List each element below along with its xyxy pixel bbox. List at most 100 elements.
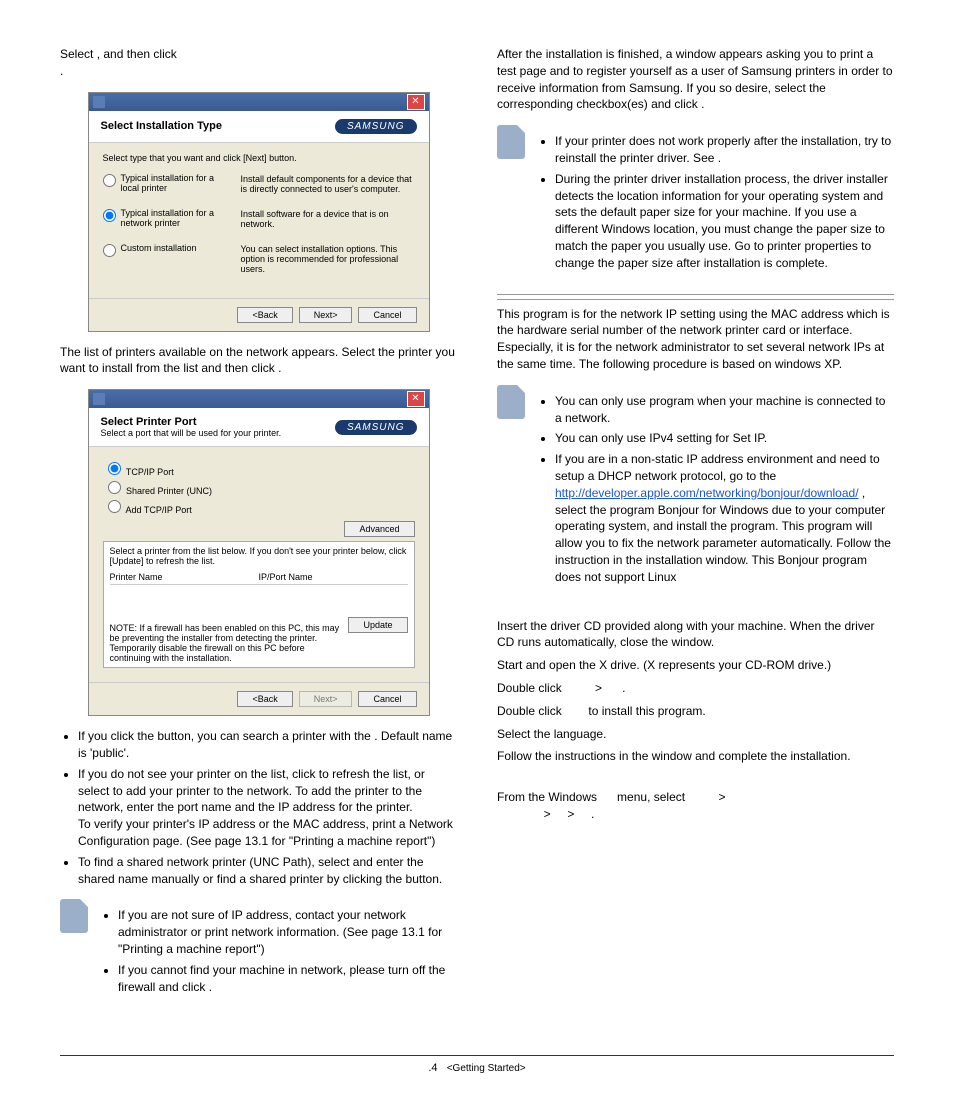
sm-sub: > > . [517, 807, 594, 821]
cancel-button[interactable]: Cancel [358, 691, 416, 707]
step6-text: The list of printers available on the ne… [60, 344, 457, 378]
section-name: <Getting Started> [447, 1063, 526, 1074]
right-note2: You can only use program when your machi… [497, 385, 894, 594]
left-b1: If you click the button, you can search … [78, 728, 457, 762]
dialog1-titlebar: ✕ [89, 93, 429, 111]
radio-input-3[interactable] [103, 244, 116, 257]
is4a: Double click [497, 704, 562, 718]
page-number: .4 [428, 1062, 437, 1074]
radio-desc-3: You can select installation options. Thi… [241, 243, 415, 274]
dialog1-instr: Select type that you want and click [Nex… [103, 153, 415, 163]
port-r3[interactable]: Add TCP/IP Port [103, 497, 415, 515]
is2a: Start [497, 658, 522, 672]
list-instr: Select a printer from the list below. If… [110, 546, 408, 566]
is2: Start and open the X drive. (X represent… [497, 657, 894, 674]
list-rows[interactable] [110, 585, 408, 613]
b3c: button. [406, 872, 443, 886]
port-r3-label: Add TCP/IP Port [126, 505, 192, 515]
is3: Double click > . [497, 680, 894, 697]
port-r3-input[interactable] [108, 500, 121, 513]
rn1-b1b: . [718, 151, 721, 165]
ln-b2a: If you cannot find your machine in netwo… [118, 963, 445, 994]
rn2-b3: If you are in a non-static IP address en… [555, 451, 894, 585]
port-r2[interactable]: Shared Printer (UNC) [103, 478, 415, 496]
step5-end: . [60, 64, 63, 78]
bonjour-link[interactable]: http://developer.apple.com/networking/bo… [555, 486, 859, 500]
step7-text: After the installation is finished, a wi… [497, 46, 894, 113]
rn1-b1a: If your printer does not work properly a… [555, 134, 891, 165]
ln-b2: If you cannot find your machine in netwo… [118, 962, 457, 996]
left-b2: If you do not see your printer on the li… [78, 766, 457, 850]
start-menu-step: From the Windows menu, select > > > . [497, 789, 894, 823]
cancel-button[interactable]: Cancel [358, 307, 416, 323]
rn2-b3a: If you are in a non-static IP address en… [555, 452, 880, 483]
rn1-b1: If your printer does not work properly a… [555, 133, 894, 167]
advanced-row: Advanced [103, 521, 415, 537]
install-steps: Insert the driver CD provided along with… [497, 618, 894, 766]
col-printer-name: Printer Name [110, 572, 259, 582]
sm-a: From the Windows [497, 790, 597, 804]
b1b: button, you can search a printer with th… [157, 729, 370, 743]
dialog2-buttons: <Back Next> Cancel [89, 682, 429, 715]
right-column: After the installation is finished, a wi… [497, 40, 894, 1015]
radio-input-2[interactable] [103, 209, 116, 222]
radio-input-1[interactable] [103, 174, 116, 187]
is3b: > [595, 681, 602, 695]
port-r1-label: TCP/IP Port [126, 467, 174, 477]
dialog1-sysicon [93, 96, 105, 108]
radio-opt1[interactable]: Typical installation for a local printer [103, 173, 233, 194]
close-icon[interactable]: ✕ [407, 391, 425, 407]
section-rule-2 [497, 299, 894, 300]
left-b3: To find a shared network printer (UNC Pa… [78, 854, 457, 888]
note-icon [497, 385, 525, 419]
step5-select: Select [60, 47, 93, 61]
dialog2-title: Select Printer Port [101, 416, 282, 428]
radio-row-2: Typical installation for a network print… [103, 208, 415, 229]
radio-label-2: Typical installation for a network print… [121, 208, 233, 228]
rn1-list: If your printer does not work properly a… [537, 129, 894, 275]
is4: Double click to install this program. [497, 703, 894, 720]
dialog1-title: Select Installation Type [101, 120, 222, 132]
sm-e: > [567, 807, 574, 821]
radio-opt3[interactable]: Custom installation [103, 243, 233, 274]
ln-b1: If you are not sure of IP address, conta… [118, 907, 457, 957]
samsung-logo: SAMSUNG [335, 119, 417, 134]
rn2-b1a: You can only use [555, 394, 646, 408]
setip-intro: This program is for the network IP setti… [497, 306, 894, 373]
radio-row-3: Custom installation You can select insta… [103, 243, 415, 274]
back-button[interactable]: <Back [237, 307, 292, 323]
radio-label-1: Typical installation for a local printer [121, 173, 233, 193]
rn2-list: You can only use program when your machi… [537, 389, 894, 590]
is1: Insert the driver CD provided along with… [497, 618, 894, 652]
advanced-button[interactable]: Advanced [344, 521, 414, 537]
update-button[interactable]: Update [348, 617, 407, 633]
close-icon[interactable]: ✕ [407, 94, 425, 110]
left-note: If you are not sure of IP address, conta… [60, 899, 457, 1003]
is5: Select the language. [497, 726, 894, 743]
note-update-row: NOTE: If a firewall has been enabled on … [110, 617, 408, 663]
page-footer: .4 <Getting Started> [60, 1055, 894, 1074]
is3c: . [622, 681, 625, 695]
next-button[interactable]: Next> [299, 691, 353, 707]
back-button[interactable]: <Back [237, 691, 292, 707]
is4b: to install this program. [588, 704, 705, 718]
install-type-dialog: ✕ Select Installation Type SAMSUNG Selec… [88, 92, 430, 332]
step6-end: . [278, 361, 281, 375]
port-radio-list: TCP/IP Port Shared Printer (UNC) Add TCP… [103, 459, 415, 515]
sm-b: menu, select [617, 790, 685, 804]
next-button[interactable]: Next> [299, 307, 353, 323]
firewall-note: NOTE: If a firewall has been enabled on … [110, 623, 343, 663]
step5-then: , and then click [97, 47, 177, 61]
port-r1[interactable]: TCP/IP Port [103, 459, 415, 477]
step5-text: Select , and then click . [60, 46, 457, 80]
port-r2-input[interactable] [108, 481, 121, 494]
right-note1: If your printer does not work properly a… [497, 125, 894, 279]
radio-opt2[interactable]: Typical installation for a network print… [103, 208, 233, 229]
ln-b2b: . [209, 980, 212, 994]
radio-desc-1: Install default components for a device … [241, 173, 415, 194]
b1a: If you click the [78, 729, 154, 743]
left-column: Select , and then click . ✕ Select Insta… [60, 40, 457, 1015]
radio-label-3: Custom installation [121, 243, 197, 253]
printer-list-box: Select a printer from the list below. If… [103, 541, 415, 668]
port-r1-input[interactable] [108, 462, 121, 475]
